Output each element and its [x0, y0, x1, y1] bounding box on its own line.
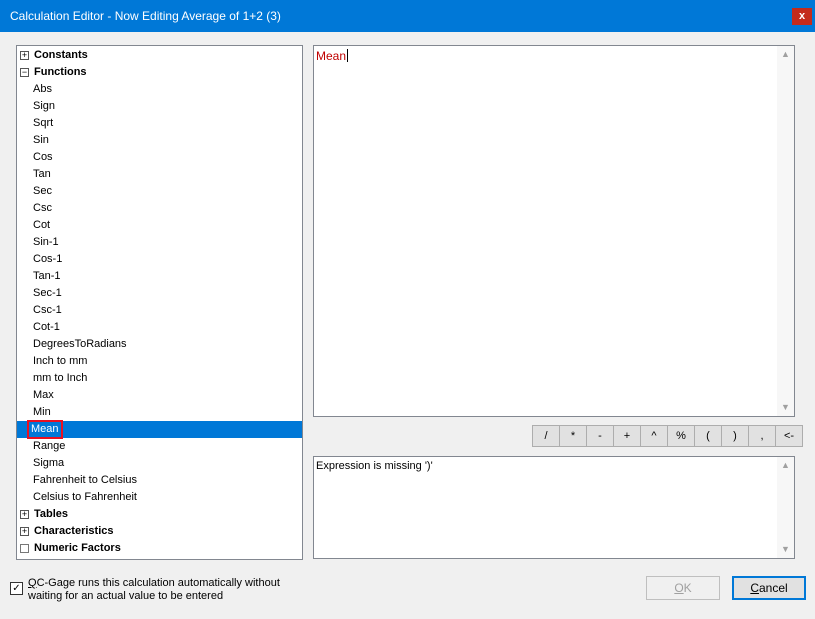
op-subtract-button[interactable]: -	[586, 425, 614, 447]
op-divide-button[interactable]: /	[532, 425, 560, 447]
tree-item-label: Sec-1	[33, 287, 62, 299]
tree-item-tan-1[interactable]: Tan-1	[17, 268, 302, 285]
tree-item-label: Celsius to Fahrenheit	[33, 491, 137, 503]
tree-item-min[interactable]: Min	[17, 404, 302, 421]
tree-item-sin[interactable]: Sin	[17, 132, 302, 149]
tree-item-label: Csc	[33, 202, 52, 214]
tree-item-label: DegreesToRadians	[33, 338, 127, 350]
expand-icon[interactable]: +	[20, 510, 29, 519]
tree-item-label: Cot-1	[33, 321, 60, 333]
tree-item-label: Cot	[33, 219, 51, 231]
tree-item-mean[interactable]: Mean	[17, 420, 302, 439]
tree-item-label: Characteristics	[34, 525, 114, 537]
tree-item-label: Fahrenheit to Celsius	[33, 474, 137, 486]
tree-item-functions[interactable]: − Functions	[17, 64, 302, 81]
window-title: Calculation Editor - Now Editing Average…	[10, 9, 281, 23]
tree-item-label: Max	[33, 389, 54, 401]
tree-item-cos[interactable]: Cos	[17, 149, 302, 166]
validation-message: Expression is missing ')'	[316, 460, 433, 472]
tree-item-cot-1[interactable]: Cot-1	[17, 319, 302, 336]
tree-item-label: Sec	[33, 185, 52, 197]
tree-item-label: Numeric Factors	[34, 542, 121, 554]
op-multiply-button[interactable]: *	[559, 425, 587, 447]
op-power-button[interactable]: ^	[640, 425, 668, 447]
tree-item-fahrenheit-to-celsius[interactable]: Fahrenheit to Celsius	[17, 472, 302, 489]
tree-item-cot[interactable]: Cot	[17, 217, 302, 234]
tree-item-label: Tan	[33, 168, 51, 180]
expression-editor[interactable]: Mean ▲ ▼	[313, 45, 795, 417]
editor-scrollbar[interactable]: ▲ ▼	[777, 46, 794, 416]
tree-item-label: Constants	[34, 49, 88, 61]
op-close-paren-button[interactable]: )	[721, 425, 749, 447]
tree-item-label: Mean	[27, 420, 63, 439]
tree-item-label: Range	[33, 440, 66, 452]
tree-item-celsius-to-fahrenheit[interactable]: Celsius to Fahrenheit	[17, 489, 302, 506]
tree-item-label: Cos-1	[33, 253, 63, 265]
tree-item-sign[interactable]: Sign	[17, 98, 302, 115]
cancel-button[interactable]: Cancel	[732, 576, 806, 600]
empty-node-icon	[20, 544, 29, 553]
tree-item-label: Sin-1	[33, 236, 59, 248]
tree-item-tables[interactable]: + Tables	[17, 506, 302, 523]
tree-item-sqrt[interactable]: Sqrt	[17, 115, 302, 132]
auto-run-option[interactable]: ✓ QC-Gage runs this calculation automati…	[10, 577, 290, 607]
tree-item-sin-1[interactable]: Sin-1	[17, 234, 302, 251]
tree-item-sec[interactable]: Sec	[17, 183, 302, 200]
op-open-paren-button[interactable]: (	[694, 425, 722, 447]
tree-item-constants[interactable]: + Constants	[17, 47, 302, 64]
tree-item-characteristics[interactable]: + Characteristics	[17, 523, 302, 540]
tree-item-label: Sigma	[33, 457, 65, 469]
expand-icon[interactable]: +	[20, 51, 29, 60]
tree-item-label: Csc-1	[33, 304, 62, 316]
title-bar: Calculation Editor - Now Editing Average…	[0, 0, 815, 32]
scroll-down-arrow-icon[interactable]: ▼	[777, 399, 794, 416]
tree-item-label: mm to Inch	[33, 372, 88, 384]
op-comma-button[interactable]: ,	[748, 425, 776, 447]
tree-item-label: Sqrt	[33, 117, 54, 129]
op-add-button[interactable]: +	[613, 425, 641, 447]
close-button[interactable]: x	[792, 8, 812, 25]
tree-item-label: Inch to mm	[33, 355, 88, 367]
tree-item-range[interactable]: Range	[17, 438, 302, 455]
tree-item-sec-1[interactable]: Sec-1	[17, 285, 302, 302]
tree-item-degreestoradians[interactable]: DegreesToRadians	[17, 336, 302, 353]
op-percent-button[interactable]: %	[667, 425, 695, 447]
tree-item-label: Abs	[33, 83, 52, 95]
scroll-up-arrow-icon[interactable]: ▲	[777, 46, 794, 63]
tree-item-label: Min	[33, 406, 51, 418]
tree-item-csc[interactable]: Csc	[17, 200, 302, 217]
tree-item-cos-1[interactable]: Cos-1	[17, 251, 302, 268]
scroll-down-arrow-icon[interactable]: ▼	[777, 541, 794, 558]
tree-item-abs[interactable]: Abs	[17, 81, 302, 98]
op-backspace-button[interactable]: <-	[775, 425, 803, 447]
expression-text[interactable]: Mean	[316, 49, 349, 63]
ok-button[interactable]: OK	[646, 576, 720, 600]
tree-item-csc-1[interactable]: Csc-1	[17, 302, 302, 319]
text-caret	[347, 49, 349, 62]
message-box: Expression is missing ')' ▲ ▼	[313, 456, 795, 559]
auto-run-label[interactable]: QC-Gage runs this calculation automatica…	[28, 577, 290, 603]
tree-item-label: Cos	[33, 151, 53, 163]
scroll-up-arrow-icon[interactable]: ▲	[777, 457, 794, 474]
tree-item-label: Functions	[34, 66, 87, 78]
function-tree[interactable]: + Constants − Functions Abs Sign Sqrt Sin Cos Tan…	[16, 45, 303, 560]
tree-item-inch-to-mm[interactable]: Inch to mm	[17, 353, 302, 370]
tree-item-label: Sign	[33, 100, 56, 112]
message-scrollbar[interactable]: ▲ ▼	[777, 457, 794, 558]
tree-item-tan[interactable]: Tan	[17, 166, 302, 183]
tree-item-label: Tables	[34, 508, 69, 520]
tree-item-label: Tan-1	[33, 270, 61, 282]
operator-toolbar: / * - + ^%(), <-	[532, 425, 803, 447]
tree-item-numeric-factors[interactable]: Numeric Factors	[17, 540, 302, 557]
tree-item-max[interactable]: Max	[17, 387, 302, 404]
tree-item-sigma[interactable]: Sigma	[17, 455, 302, 472]
auto-run-checkbox[interactable]: ✓	[10, 582, 23, 595]
expand-icon[interactable]: +	[20, 527, 29, 536]
collapse-icon[interactable]: −	[20, 68, 29, 77]
tree-item-label: Sin	[33, 134, 49, 146]
tree-item-mm-to-inch[interactable]: mm to Inch	[17, 370, 302, 387]
